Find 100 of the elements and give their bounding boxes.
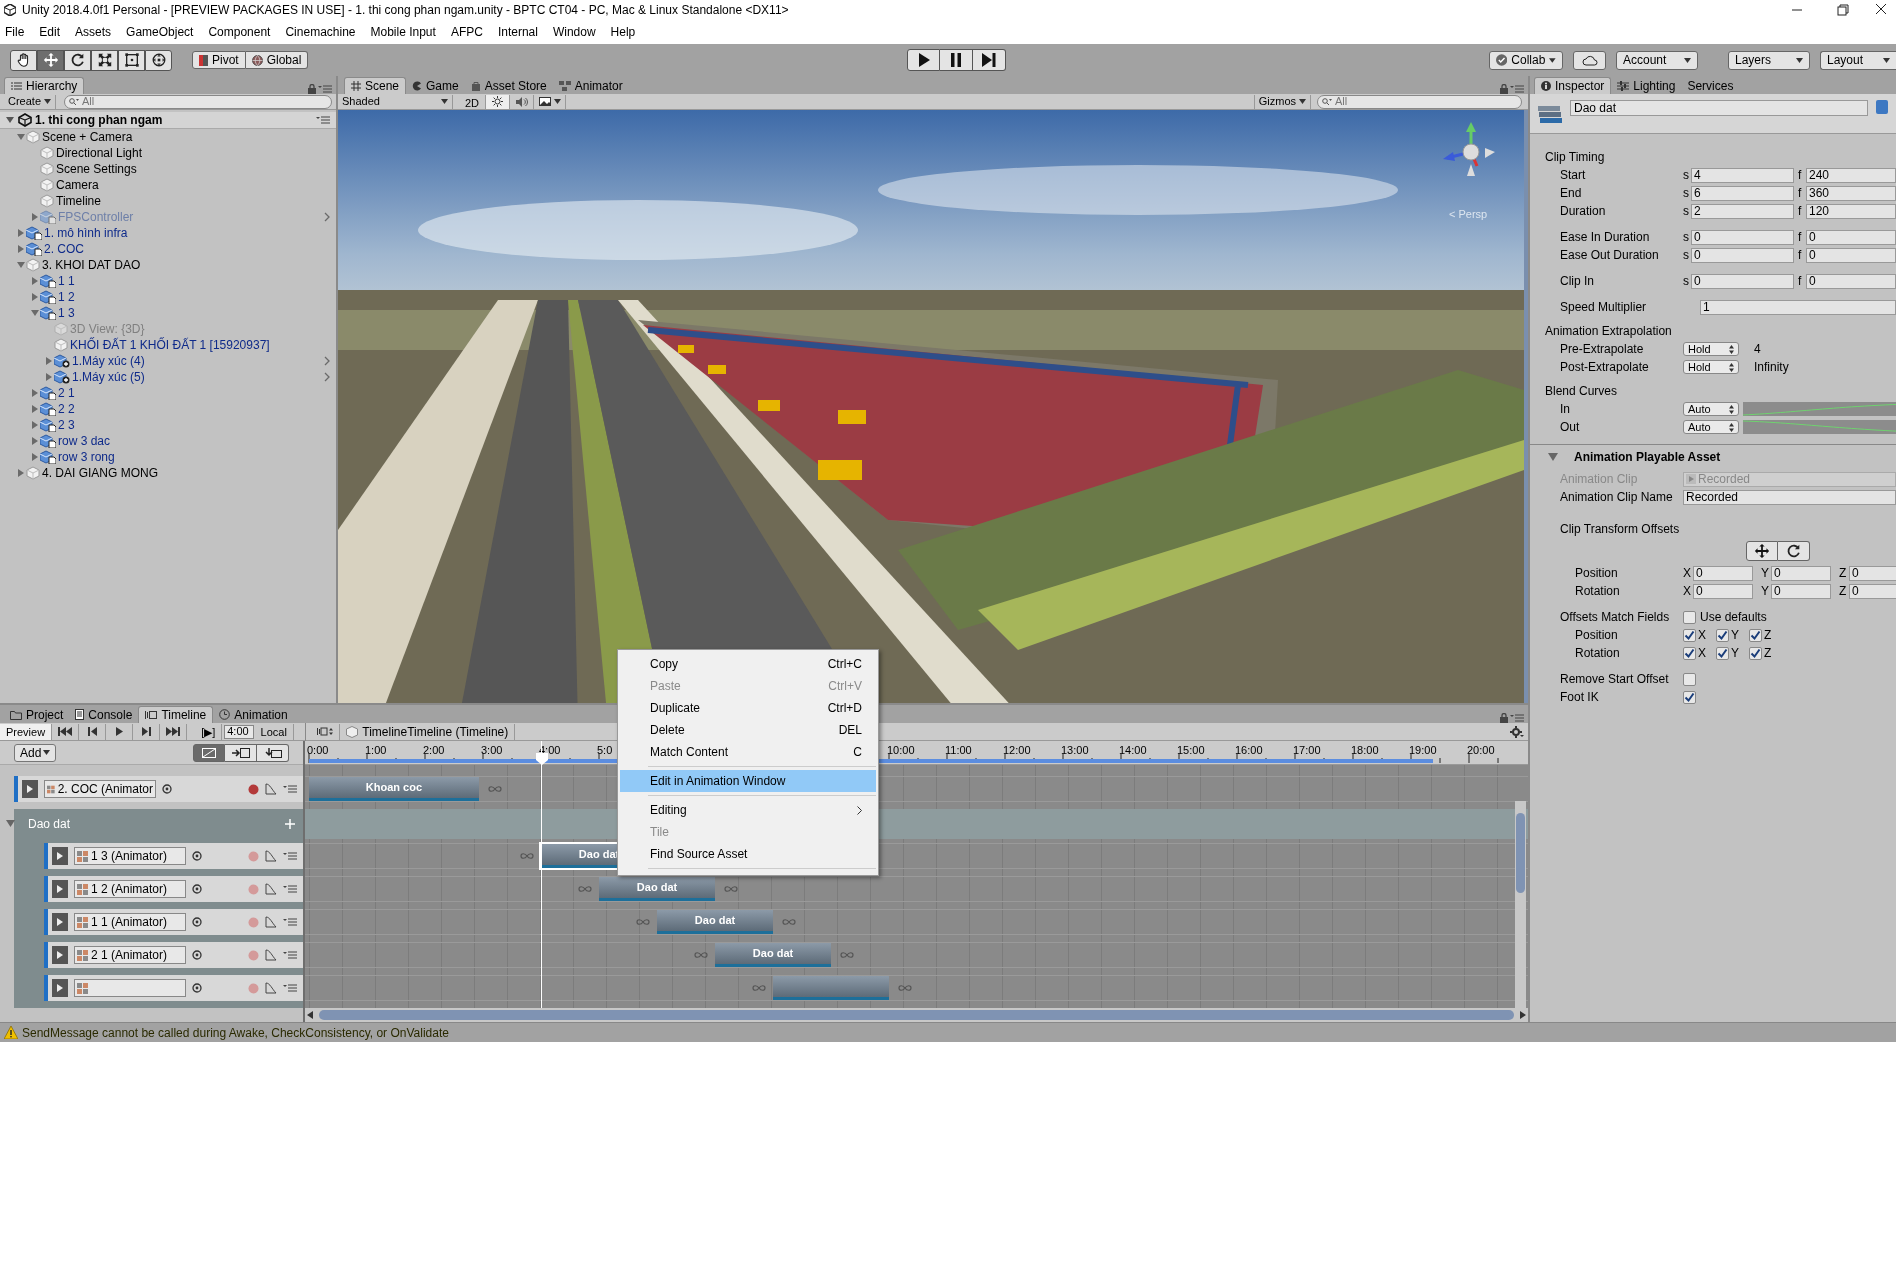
menu-item[interactable]: GameObject — [125, 23, 195, 41]
hierarchy-item[interactable]: 2 3 — [0, 417, 336, 433]
target-icon[interactable] — [192, 950, 202, 960]
menu-item[interactable]: Copy Ctrl+C — [620, 653, 876, 675]
expanded-arrow-icon[interactable] — [31, 309, 39, 317]
play-button[interactable] — [907, 49, 940, 71]
number-field[interactable]: 0 — [1691, 229, 1794, 245]
layout-button[interactable]: Layout — [1820, 50, 1896, 70]
binding-field[interactable] — [74, 979, 186, 997]
menu-item[interactable]: File — [4, 23, 26, 41]
chevron-right-icon[interactable] — [324, 212, 330, 222]
number-field[interactable]: 0 — [1693, 583, 1753, 599]
collapsed-arrow-icon[interactable] — [31, 389, 39, 397]
right-arrow-icon[interactable] — [1520, 1011, 1526, 1019]
hierarchy-item[interactable]: 1 3 — [0, 305, 336, 321]
panel-tab[interactable]: Animation — [213, 706, 294, 723]
scene-tab[interactable]: Game — [406, 77, 465, 94]
checkbox[interactable] — [1716, 646, 1729, 660]
panel-tab[interactable]: Timeline — [138, 706, 214, 723]
checkbox[interactable] — [1749, 646, 1762, 660]
menu-item[interactable]: Edit in Animation Window — [620, 770, 876, 792]
transform-tool-button[interactable] — [145, 49, 172, 71]
record-dot-icon[interactable] — [248, 982, 259, 994]
global-button[interactable]: Global — [245, 51, 309, 69]
create-button[interactable]: Create — [4, 94, 57, 109]
number-field[interactable]: 4 — [1691, 167, 1794, 183]
hierarchy-item[interactable]: Directional Light — [0, 145, 336, 161]
number-field[interactable]: 360 — [1806, 185, 1896, 201]
collapsed-arrow-icon[interactable] — [31, 293, 39, 301]
track-play-button[interactable] — [22, 780, 38, 798]
target-icon[interactable] — [192, 917, 202, 927]
menu-icon[interactable] — [283, 785, 297, 793]
number-field[interactable]: 0 — [1691, 273, 1794, 289]
chevron-right-icon[interactable] — [324, 372, 330, 382]
menu-icon[interactable] — [283, 984, 297, 992]
checkbox[interactable] — [1683, 690, 1696, 704]
add-button[interactable]: Add — [14, 743, 57, 762]
step-button[interactable] — [973, 49, 1006, 71]
scene-search-field[interactable]: All — [1317, 94, 1522, 109]
menu-item[interactable]: Mobile Input — [369, 23, 437, 41]
target-icon[interactable] — [192, 983, 202, 993]
chevron-right-icon[interactable] — [324, 356, 330, 366]
collab-button[interactable]: Collab — [1489, 50, 1563, 70]
settings-icon[interactable] — [1510, 725, 1524, 738]
track-play-button[interactable] — [52, 946, 68, 964]
menu-item[interactable]: Edit — [38, 23, 62, 41]
collapsed-arrow-icon[interactable] — [17, 229, 25, 237]
menu-item[interactable]: Window — [551, 23, 597, 41]
extrapolation-dropdown[interactable]: Hold — [1683, 360, 1739, 374]
target-icon[interactable] — [162, 784, 172, 794]
hierarchy-item[interactable]: Scene + Camera — [0, 129, 336, 145]
hierarchy-item[interactable]: row 3 rong — [0, 449, 336, 465]
number-field[interactable]: 0 — [1806, 273, 1896, 289]
number-field[interactable]: 0 — [1691, 247, 1794, 263]
collapsed-arrow-icon[interactable] — [31, 213, 39, 221]
collapsed-arrow-icon[interactable] — [17, 245, 25, 253]
component-title[interactable]: Animation Playable Asset — [1574, 447, 1721, 466]
checkbox[interactable] — [1683, 646, 1696, 660]
checkbox[interactable] — [1749, 628, 1762, 642]
number-field[interactable]: 2 — [1691, 203, 1794, 219]
curve-icon[interactable] — [265, 982, 277, 994]
breadcrumb-link[interactable]: TimelineTimeline (Timeline) — [340, 723, 516, 740]
hierarchy-item[interactable]: 2 1 — [0, 385, 336, 401]
shading-dropdown[interactable]: Shaded — [338, 94, 453, 109]
track-header[interactable]: 2. COC (Animator — [14, 776, 303, 802]
collapsed-arrow-icon[interactable] — [31, 405, 39, 413]
checkbox[interactable] — [1716, 628, 1729, 642]
track-play-button[interactable] — [52, 979, 68, 997]
collapsed-arrow-icon[interactable] — [45, 373, 53, 381]
cloud-button[interactable] — [1573, 50, 1606, 70]
hierarchy-item[interactable]: Timeline — [0, 193, 336, 209]
scale-tool-button[interactable] — [91, 49, 118, 71]
number-field[interactable]: 0 — [1806, 229, 1896, 245]
binding-field[interactable]: 2 1 (Animator) — [74, 946, 186, 964]
scene-tab[interactable]: Scene — [344, 77, 407, 94]
record-dot-icon[interactable] — [248, 916, 259, 928]
collapsed-arrow-icon[interactable] — [17, 469, 25, 477]
binding-field[interactable]: 1 1 (Animator) — [74, 913, 186, 931]
time-field[interactable]: 4:00 — [224, 724, 255, 739]
curve-icon[interactable] — [265, 783, 277, 795]
curve-icon[interactable] — [265, 850, 277, 862]
menu-item[interactable]: Match Content C — [620, 741, 876, 763]
curve-icon[interactable] — [265, 916, 277, 928]
timecode-mode-button[interactable]: Local — [254, 723, 295, 740]
move-tool-button[interactable] — [37, 49, 64, 71]
curve-icon[interactable] — [265, 949, 277, 961]
number-field[interactable]: 0 — [1849, 565, 1896, 581]
track-play-button[interactable] — [52, 913, 68, 931]
track-header[interactable]: 1 2 (Animator) — [44, 876, 303, 902]
menu-icon[interactable] — [283, 918, 297, 926]
replace-mode-button[interactable] — [257, 743, 289, 762]
expanded-arrow-icon[interactable] — [6, 116, 14, 124]
target-icon[interactable] — [192, 884, 202, 894]
left-arrow-icon[interactable] — [307, 1011, 313, 1019]
collapsed-arrow-icon[interactable] — [31, 277, 39, 285]
checkbox[interactable] — [1683, 628, 1696, 642]
menu-item[interactable]: Editing — [620, 799, 876, 821]
panel-tab[interactable]: Console — [69, 706, 139, 723]
pivot-button[interactable]: Pivot — [192, 51, 246, 69]
expanded-arrow-icon[interactable] — [1548, 452, 1558, 461]
